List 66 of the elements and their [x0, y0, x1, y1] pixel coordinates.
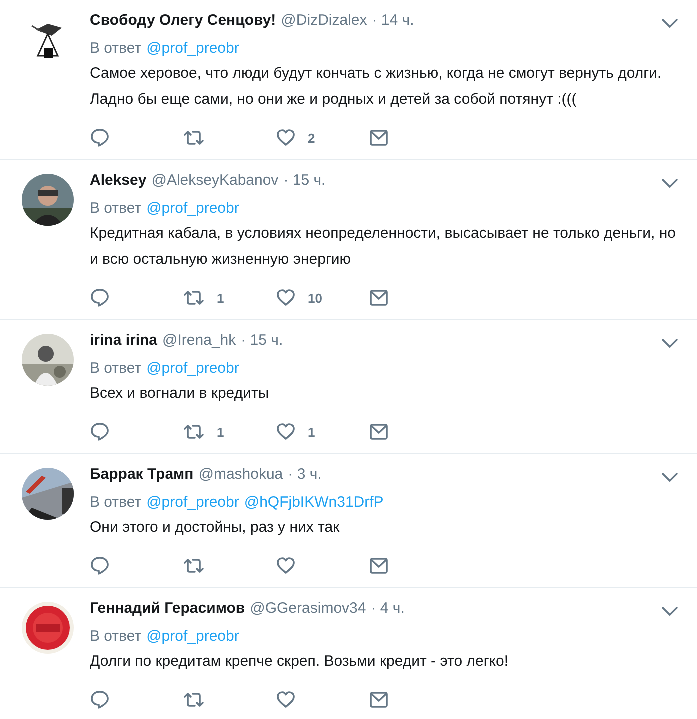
- timestamp: · 15 ч.: [241, 332, 284, 349]
- like-button[interactable]: 1: [276, 422, 369, 442]
- author-handle: @mashokua: [198, 466, 284, 483]
- heart-icon: [276, 422, 296, 442]
- reply-icon: [90, 556, 110, 576]
- reply-icon: [90, 422, 110, 442]
- mention-link[interactable]: @prof_preobr: [146, 360, 240, 377]
- tweet-text: Долги по кредитам крепче скреп. Возьми кредит - это легко!: [90, 652, 510, 672]
- mail-icon: [369, 557, 389, 575]
- timestamp: · 14 ч.: [372, 12, 414, 29]
- retweet-icon: [183, 422, 205, 442]
- author-handle: @AlekseyKabanov: [152, 172, 279, 189]
- mention-link[interactable]: @prof_preobr: [146, 628, 240, 645]
- author-name: Геннадий Герасимов: [90, 600, 246, 617]
- retweet-icon: [183, 288, 205, 308]
- retweet-icon: [183, 128, 205, 148]
- reply-label: В ответ: [90, 494, 142, 511]
- chevron-icon: [661, 472, 679, 484]
- chevron-icon: [661, 338, 679, 350]
- timestamp: · 4 ч.: [371, 600, 405, 617]
- heart-icon: [276, 690, 296, 710]
- chevron-icon: [661, 178, 679, 190]
- retweet-button[interactable]: 1: [183, 422, 276, 442]
- mention-link[interactable]: @hQFjbIKWn31DrfP: [244, 494, 384, 511]
- tweet-text: Они этого и достойны, раз у них так: [90, 518, 341, 538]
- reply-icon: [90, 288, 110, 308]
- timestamp: · 3 ч.: [288, 466, 322, 483]
- like-button[interactable]: 2: [276, 128, 369, 148]
- mail-icon: [369, 289, 389, 307]
- mail-icon: [369, 423, 389, 441]
- author-name: Свободу Олегу Сенцову!: [90, 12, 276, 29]
- heart-icon: [276, 288, 296, 308]
- author-handle: @DizDizalex: [281, 12, 368, 29]
- reply-label: В ответ: [90, 628, 142, 645]
- tweet-text: Самое херовое, что люди будут кончать с жизнью, когда не смогут вернуть долги. Ладно бы еще сами, но они же и родных и детей за собой потянут :(((: [90, 64, 663, 110]
- mail-icon: [369, 691, 389, 709]
- author-handle: @Irena_hk: [162, 332, 236, 349]
- chevron-button[interactable]: [661, 17, 679, 29]
- chevron-button[interactable]: [661, 605, 679, 617]
- chevron-button[interactable]: [661, 337, 679, 349]
- tweet-text: Всех и вогнали в кредиты: [90, 384, 270, 404]
- mention-link[interactable]: @prof_preobr: [146, 40, 240, 57]
- chevron-icon: [661, 18, 679, 30]
- retweet-icon: [183, 556, 205, 576]
- author-name: Баррак Трамп: [90, 466, 194, 483]
- reply-label: В ответ: [90, 360, 142, 377]
- mention-link[interactable]: @prof_preobr: [146, 494, 240, 511]
- chevron-button[interactable]: [661, 471, 679, 483]
- heart-icon: [276, 128, 296, 148]
- reply-icon: [90, 690, 110, 710]
- author-name: irina irina: [90, 332, 158, 349]
- retweet-icon: [183, 690, 205, 710]
- mention-link[interactable]: @prof_preobr: [146, 200, 240, 217]
- reply-label: В ответ: [90, 200, 142, 217]
- like-button[interactable]: 10: [276, 288, 369, 308]
- heart-icon: [276, 556, 296, 576]
- mail-icon: [369, 129, 389, 147]
- author-handle: @GGerasimov34: [250, 600, 366, 617]
- reply-label: В ответ: [90, 40, 142, 57]
- tweet-text: Кредитная кабала, в условиях неопределенности, высасывает не только деньги, но и всю остальную жизненную энергию: [90, 224, 677, 270]
- reply-icon: [90, 128, 110, 148]
- timestamp: · 15 ч.: [284, 172, 326, 189]
- chevron-icon: [661, 606, 679, 618]
- author-name: Aleksey: [90, 172, 147, 189]
- chevron-button[interactable]: [661, 177, 679, 189]
- retweet-button[interactable]: 1: [183, 288, 276, 308]
